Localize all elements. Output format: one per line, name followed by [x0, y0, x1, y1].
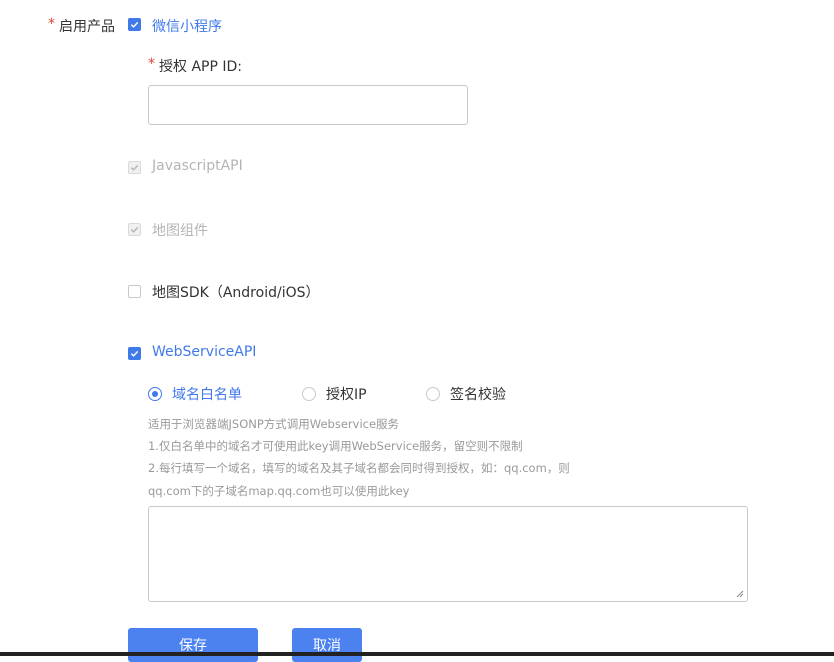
- product-label-map-sdk[interactable]: 地图SDK（Android/iOS）: [152, 282, 320, 302]
- help-text-line: 适用于浏览器端JSONP方式调用Webservice服务: [148, 417, 400, 431]
- radio-signature-verification[interactable]: [426, 387, 440, 401]
- required-mark: *: [48, 16, 55, 32]
- enable-products-label: 启用产品: [59, 19, 115, 35]
- radio-dot: [152, 391, 158, 397]
- checkbox-map-sdk[interactable]: [128, 285, 141, 298]
- app-id-required-mark: *: [148, 56, 155, 72]
- help-text-line: 1.仅白名单中的域名才可使用此key调用WebService服务，留空则不限制: [148, 439, 523, 453]
- product-label-javascript-api: JavascriptAPI: [152, 158, 243, 174]
- window-bottom-edge: [0, 652, 834, 656]
- check-icon: [130, 350, 139, 357]
- radio-label-authorized-ip[interactable]: 授权IP: [326, 384, 367, 404]
- app-id-label: 授权 APP ID:: [159, 59, 242, 75]
- help-text-line: 2.每行填写一个域名，填写的域名及其子域名都会同时得到授权，如：qq.com，则: [148, 461, 570, 475]
- app-id-input[interactable]: [148, 85, 468, 125]
- cancel-button[interactable]: 取消: [292, 628, 362, 662]
- radio-authorized-ip[interactable]: [302, 387, 316, 401]
- product-label-webservice-api[interactable]: WebServiceAPI: [152, 344, 256, 360]
- checkbox-mini-program[interactable]: [128, 18, 141, 31]
- checkbox-webservice-api[interactable]: [128, 347, 141, 360]
- checkbox-map-component: [128, 223, 141, 236]
- check-icon: [130, 21, 139, 28]
- whitelist-textarea[interactable]: [148, 506, 748, 602]
- radio-label-domain-whitelist[interactable]: 域名白名单: [172, 384, 242, 404]
- product-label-map-component: 地图组件: [152, 223, 208, 239]
- check-icon: [130, 226, 139, 233]
- resize-grip-icon[interactable]: [736, 590, 744, 598]
- radio-label-signature-verification[interactable]: 签名校验: [450, 384, 506, 404]
- radio-domain-whitelist[interactable]: [148, 387, 162, 401]
- checkbox-javascript-api: [128, 161, 141, 174]
- product-label-mini-program[interactable]: 微信小程序: [152, 16, 222, 36]
- help-text-line: qq.com下的子域名map.qq.com也可以使用此key: [148, 484, 410, 498]
- check-icon: [130, 164, 139, 171]
- save-button[interactable]: 保存: [128, 628, 258, 662]
